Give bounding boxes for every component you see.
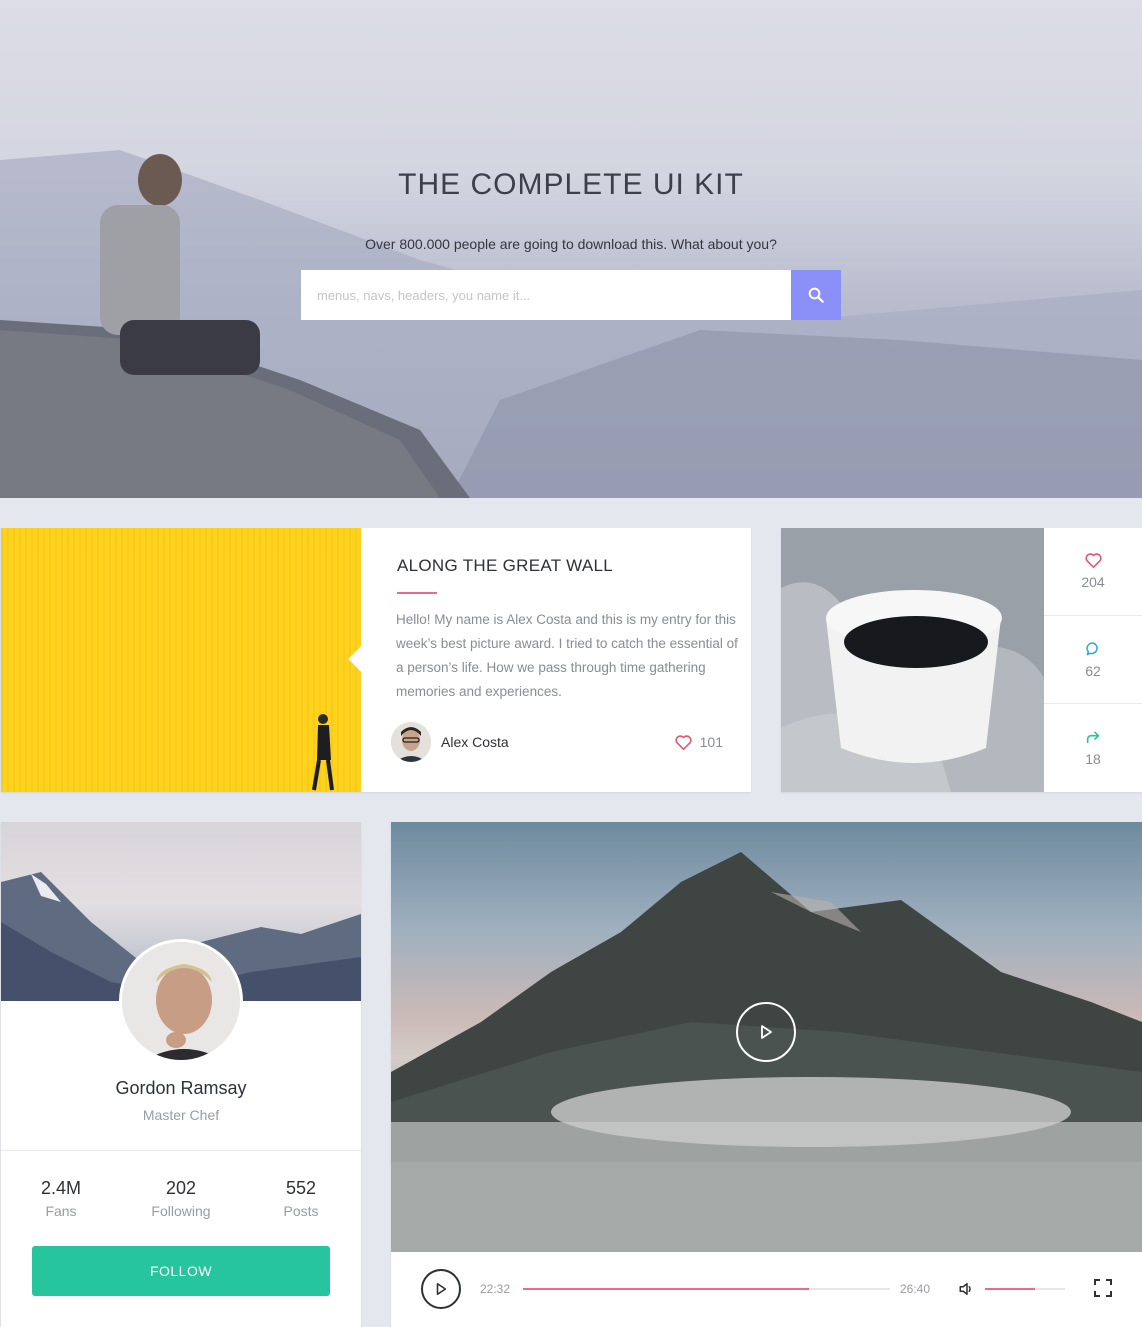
profile-stats: 2.4M Fans 202 Following 552 Posts	[1, 1178, 361, 1219]
author-avatar	[391, 722, 431, 762]
play-icon	[761, 1025, 772, 1039]
photo-card: 204 62 18	[781, 528, 1142, 792]
stat-likes-value: 204	[1081, 574, 1105, 590]
coffee-image	[781, 528, 1044, 792]
blog-text: Hello! My name is Alex Costa and this is…	[396, 612, 738, 699]
search-icon	[808, 287, 824, 303]
stat-likes[interactable]: 204	[1044, 528, 1142, 616]
video-controls: 22:32 26:40	[391, 1252, 1142, 1327]
hero-section: THE COMPLETE UI KIT Over 800.000 people …	[0, 0, 1142, 498]
play-overlay-button[interactable]	[736, 1002, 796, 1062]
profile-name: Gordon Ramsay	[115, 1078, 247, 1098]
hero-subtitle: Over 800.000 people are going to downloa…	[365, 236, 777, 252]
stat-shares[interactable]: 18	[1044, 704, 1142, 792]
fullscreen-icon[interactable]	[1094, 1279, 1112, 1297]
play-button[interactable]	[421, 1269, 461, 1309]
profile-avatar[interactable]	[119, 939, 243, 1063]
share-icon	[1086, 731, 1100, 744]
stat-comments[interactable]: 62	[1044, 616, 1142, 704]
blog-image	[1, 528, 361, 792]
like-count: 101	[699, 734, 723, 750]
follow-button[interactable]: FOLLOW	[32, 1246, 330, 1296]
stat-posts[interactable]: 552 Posts	[241, 1178, 361, 1219]
stat-label: Fans	[45, 1203, 77, 1219]
current-time: 22:32	[480, 1282, 511, 1296]
stat-label: Posts	[283, 1203, 319, 1219]
video-player: 22:32 26:40	[391, 822, 1142, 1327]
comment-icon	[1086, 641, 1098, 655]
photo-stats: 204 62 18	[1044, 528, 1142, 792]
stat-label: Following	[151, 1203, 211, 1219]
stat-fans[interactable]: 2.4M Fans	[1, 1178, 121, 1219]
title-underline	[397, 592, 437, 594]
divider	[1, 1150, 361, 1151]
blog-title: ALONG THE GREAT WALL	[397, 556, 614, 575]
blog-card: ALONG THE GREAT WALL Hello! My name is A…	[1, 528, 751, 792]
profile-role: Master Chef	[142, 1107, 220, 1123]
progress-bar[interactable]	[523, 1288, 890, 1290]
search-input[interactable]	[301, 270, 791, 320]
author-info[interactable]: Alex Costa	[391, 722, 509, 762]
stat-comments-value: 62	[1085, 662, 1101, 679]
profile-card: Gordon Ramsay Master Chef 2.4M Fans 202 …	[1, 822, 361, 1327]
video-frame[interactable]	[391, 822, 1142, 1252]
search-bar	[301, 270, 841, 320]
like-button[interactable]: 101	[675, 734, 723, 750]
heart-icon	[675, 734, 692, 750]
volume-icon[interactable]	[958, 1280, 976, 1298]
author-name: Alex Costa	[441, 734, 509, 750]
stat-value: 552	[285, 1178, 317, 1198]
heart-icon	[1084, 553, 1102, 568]
stat-following[interactable]: 202 Following	[121, 1178, 241, 1219]
play-icon	[436, 1282, 447, 1296]
stat-value: 202	[165, 1178, 197, 1198]
progress-fill	[523, 1288, 810, 1290]
search-button[interactable]	[791, 270, 841, 320]
hero-title: THE COMPLETE UI KIT	[398, 168, 744, 201]
end-time: 26:40	[900, 1282, 931, 1296]
volume-slider[interactable]	[985, 1288, 1065, 1290]
stat-shares-value: 18	[1085, 751, 1101, 767]
stat-value: 2.4M	[40, 1178, 82, 1198]
volume-fill	[985, 1288, 1035, 1290]
